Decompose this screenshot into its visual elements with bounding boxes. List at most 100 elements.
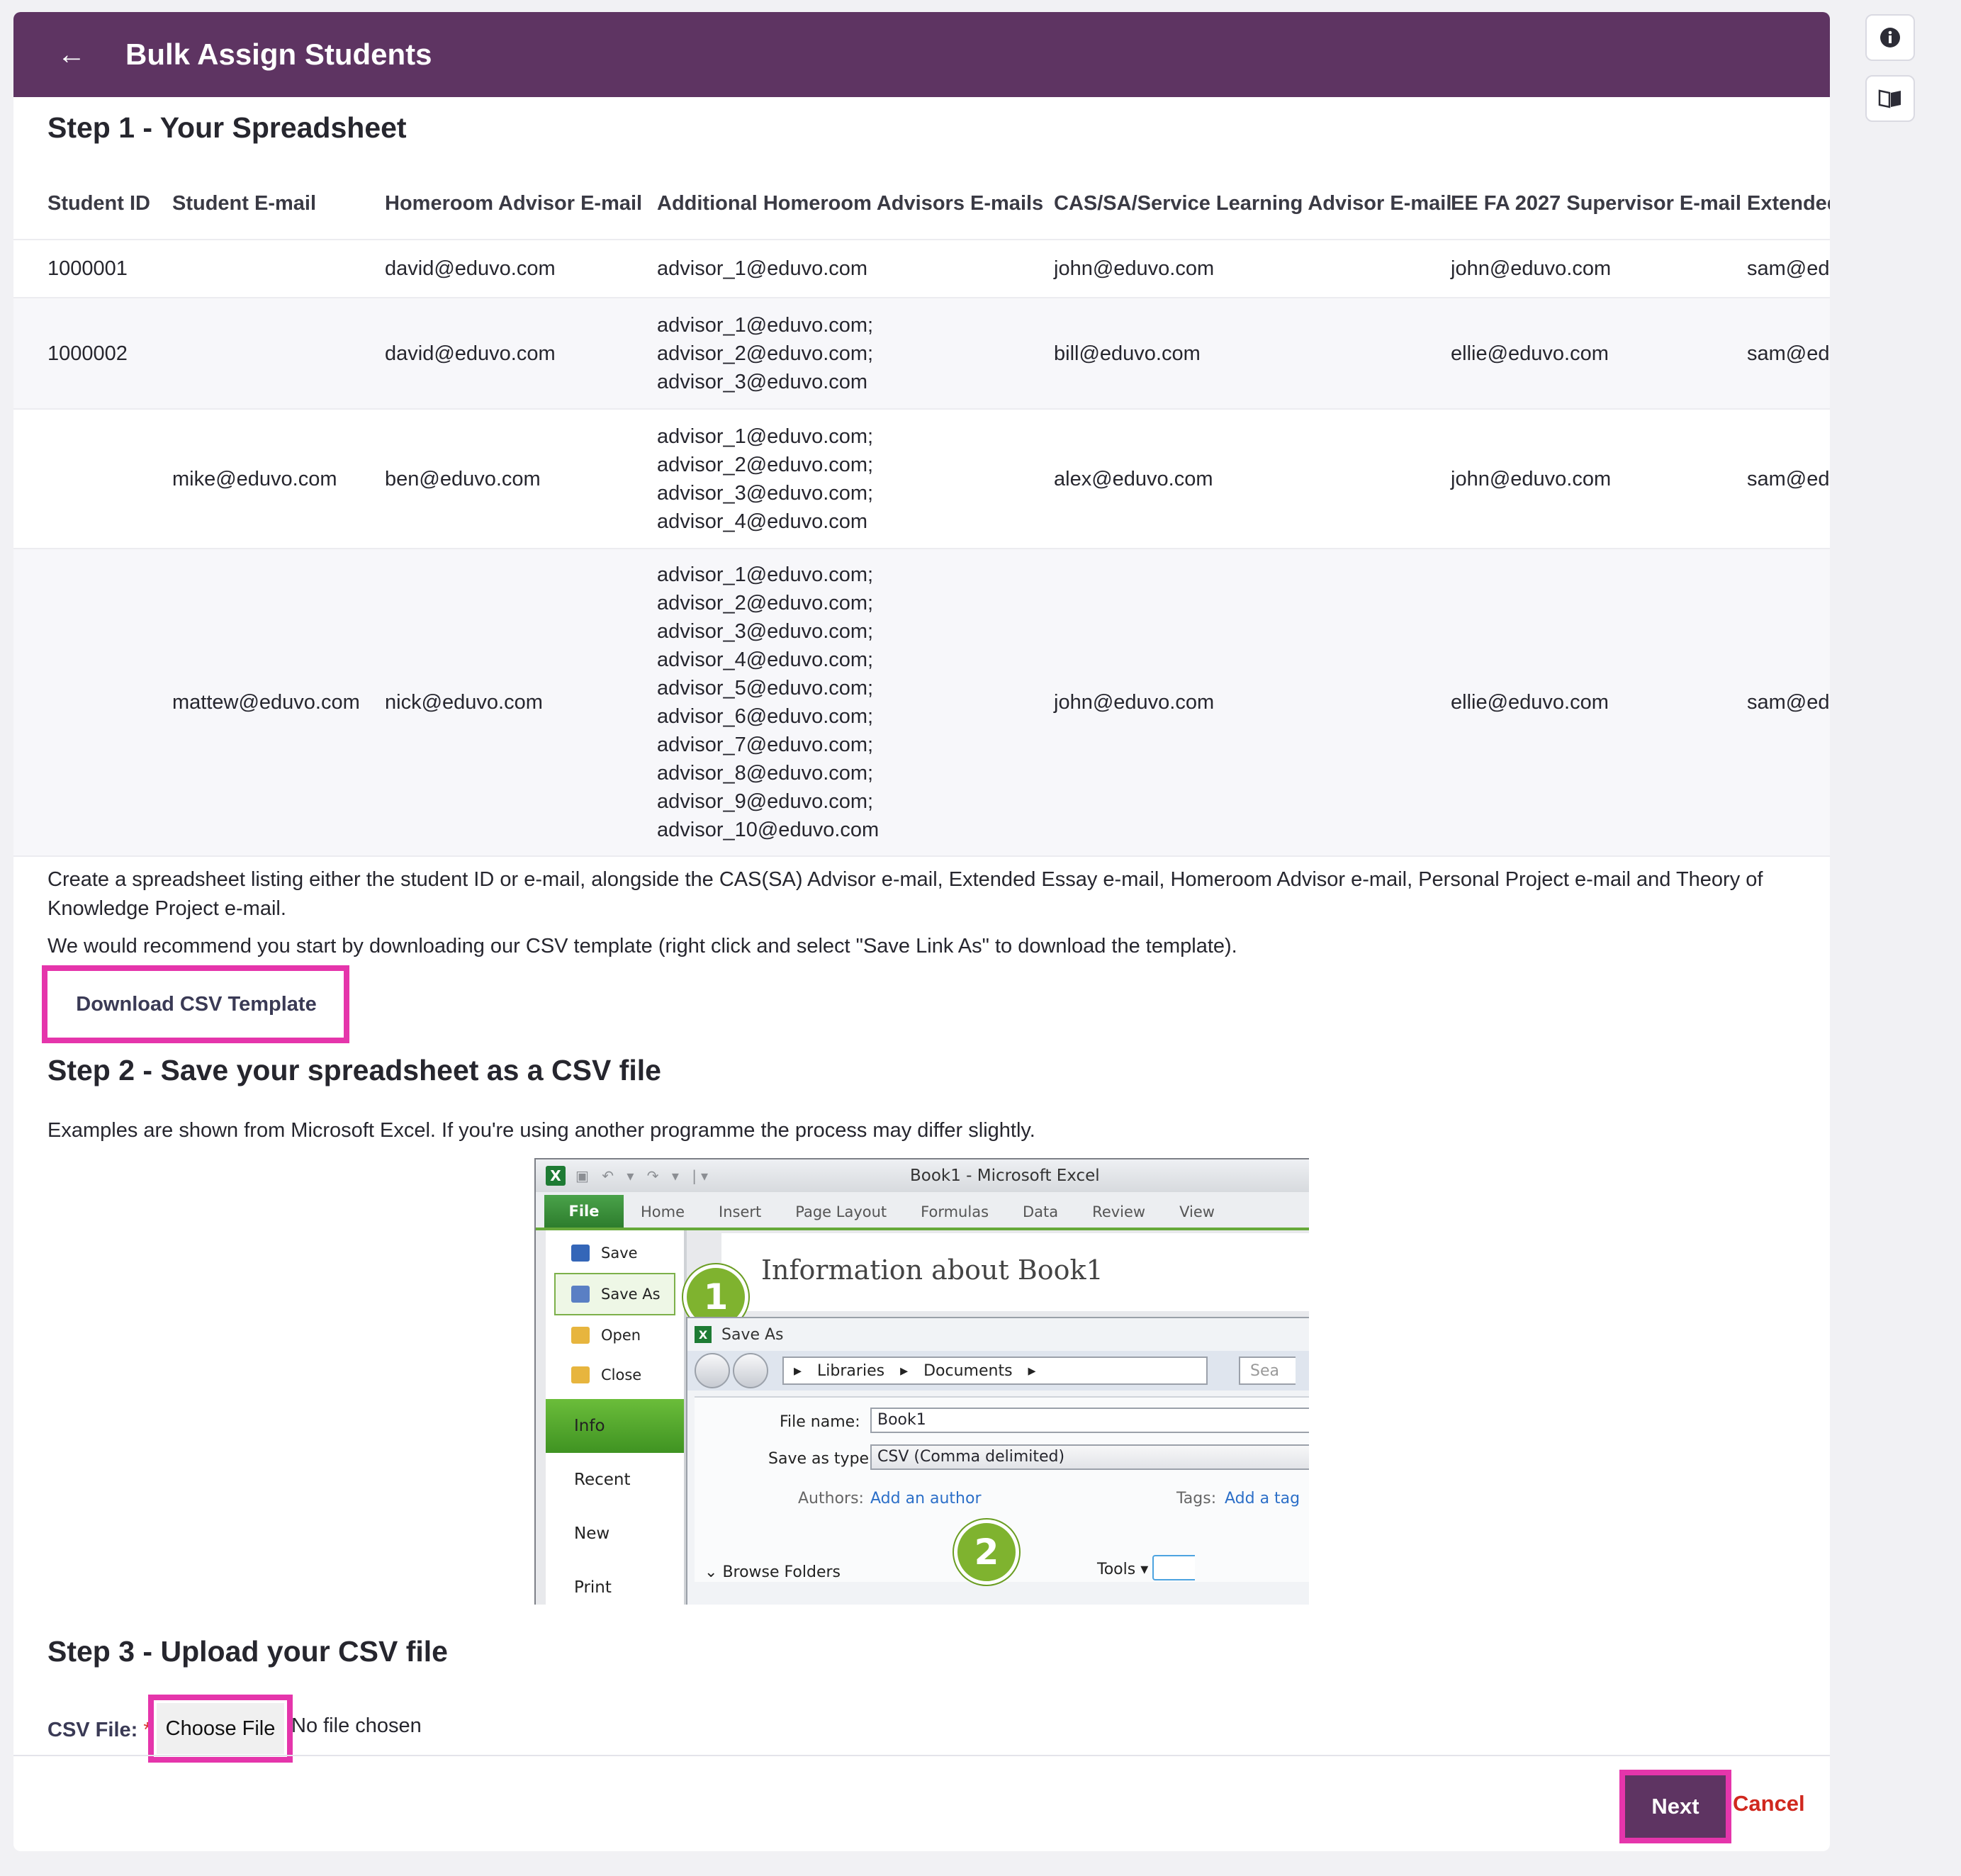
csv-file-label: CSV File: — [47, 1718, 138, 1741]
advisor-email: advisor_3@eduvo.com; — [657, 481, 874, 505]
advisor-email: advisor_2@eduvo.com; — [657, 592, 874, 614]
advisor-email: advisor_5@eduvo.com; — [657, 677, 874, 700]
example-spreadsheet-table: Student ID Student E-mail Homeroom Advis… — [13, 168, 1830, 857]
cancel-link[interactable]: Cancel — [1733, 1791, 1805, 1816]
student-id-cell: 1000002 — [47, 342, 128, 365]
cas-cell: john@eduvo.com — [1054, 691, 1215, 714]
bulk-assign-panel: ← Bulk Assign Students Step 1 - Your Spr… — [13, 12, 1830, 1851]
column-header: Additional Homeroom Advisors E-mails — [657, 191, 1044, 215]
excel-info-pane: Information about Book1 — [721, 1233, 1309, 1311]
back-nav-icon — [695, 1353, 730, 1388]
menu-label: Open — [601, 1327, 641, 1344]
advisor-email: advisor_1@eduvo.com; — [657, 425, 874, 448]
excel-title-bar: X ▣ ↶ ▾ ↷ ▾ |▾ Book1 - Microsoft Excel — [536, 1159, 1309, 1192]
excel-backstage-menu: Save Save As Open Close Info Recent New … — [546, 1230, 687, 1605]
excel-ribbon-tab: View — [1179, 1203, 1215, 1220]
download-csv-template-button[interactable]: Download CSV Template — [52, 976, 341, 1033]
search-box: Sea — [1239, 1357, 1296, 1385]
advisor-email: advisor_2@eduvo.com; — [657, 453, 874, 476]
ee-cell: ellie@eduvo.com — [1451, 691, 1609, 714]
column-header: Student E-mail — [172, 191, 317, 215]
cas-cell: alex@eduvo.com — [1054, 467, 1213, 490]
ee-cell: john@eduvo.com — [1451, 467, 1612, 490]
forward-nav-icon — [733, 1353, 768, 1388]
info-icon[interactable] — [1865, 14, 1915, 61]
student-id-cell: 1000001 — [47, 257, 128, 280]
chevron-down-icon: ⌄ — [704, 1563, 723, 1581]
chevron-right-icon: ▸ — [794, 1361, 802, 1380]
add-tag-link: Add a tag — [1225, 1490, 1300, 1507]
advisor-email: advisor_2@eduvo.com; — [657, 342, 874, 365]
choose-file-button[interactable]: Choose File — [157, 1703, 284, 1754]
excel-ribbon-tab: Review — [1092, 1203, 1146, 1220]
additional-advisors-cell: advisor_1@eduvo.com — [657, 240, 1054, 298]
column-header: Extended — [1747, 191, 1830, 215]
extended-cell: sam@edu — [1747, 342, 1830, 365]
advisor-email: advisor_10@eduvo.com — [657, 819, 880, 841]
browse-folders-label: Browse Folders — [722, 1563, 841, 1581]
extended-cell: sam@edu — [1747, 257, 1830, 280]
chevron-right-icon: ▸ — [1028, 1361, 1036, 1380]
additional-advisors-cell: advisor_1@eduvo.com; advisor_2@eduvo.com… — [657, 298, 1054, 409]
dialog-title-bar: X Save As — [687, 1318, 1309, 1351]
excel-ribbon-tab: Formulas — [921, 1203, 989, 1220]
file-name-field: Book1 — [870, 1408, 1309, 1433]
excel-side-info: Info — [546, 1399, 684, 1453]
additional-advisors-cell: advisor_1@eduvo.com; advisor_2@eduvo.com… — [657, 549, 1054, 856]
save-as-icon — [571, 1286, 590, 1303]
advisor-email: advisor_6@eduvo.com; — [657, 705, 874, 728]
advisor-email: advisor_8@eduvo.com; — [657, 762, 874, 785]
step2-description: Examples are shown from Microsoft Excel.… — [47, 1119, 1035, 1142]
student-id-cell — [13, 409, 172, 549]
ee-cell: ellie@eduvo.com — [1451, 342, 1609, 365]
authors-label: Authors: — [798, 1490, 864, 1507]
folder-icon — [571, 1327, 590, 1344]
excel-side-new: New — [574, 1524, 610, 1543]
column-header: Student ID — [47, 191, 150, 215]
excel-save-as-screenshot: X ▣ ↶ ▾ ↷ ▾ |▾ Book1 - Microsoft Excel F… — [534, 1158, 1309, 1605]
advisor-email: advisor_9@eduvo.com; — [657, 790, 874, 813]
advisor-email: advisor_1@eduvo.com; — [657, 313, 874, 337]
table-row: 1000001 david@eduvo.com advisor_1@eduvo.… — [13, 240, 1830, 298]
no-file-status: No file chosen — [291, 1714, 422, 1737]
book-icon-graphic — [1878, 89, 1901, 108]
advisor-email: advisor_3@eduvo.com; — [657, 620, 874, 643]
homeroom-cell: david@eduvo.com — [385, 342, 556, 365]
folder-icon — [571, 1366, 590, 1383]
tools-label: Tools — [1097, 1561, 1136, 1578]
menu-label: Close — [601, 1366, 642, 1383]
footer-divider — [13, 1755, 1830, 1756]
excel-window-title: Book1 - Microsoft Excel — [910, 1167, 1100, 1185]
homeroom-cell: ben@eduvo.com — [385, 467, 541, 490]
page-title: Bulk Assign Students — [125, 38, 432, 71]
tags-label: Tags: — [1176, 1490, 1217, 1507]
table-header-row: Student ID Student E-mail Homeroom Advis… — [13, 168, 1830, 240]
save-type-label: Save as type: — [768, 1450, 875, 1468]
column-header: EE FA 2027 Supervisor E-mail — [1451, 191, 1741, 215]
excel-menu-save: Save — [546, 1233, 684, 1273]
address-bar: ▸ Libraries ▸ Documents ▸ — [782, 1357, 1208, 1385]
menu-label: Save As — [601, 1286, 661, 1303]
floppy-icon — [571, 1245, 590, 1262]
book-icon[interactable] — [1865, 75, 1915, 122]
csv-file-row: CSV File: * Choose File No file chosen — [47, 1695, 422, 1763]
step2-heading: Step 2 - Save your spreadsheet as a CSV … — [47, 1054, 661, 1086]
advisor-email: advisor_1@eduvo.com; — [657, 563, 874, 586]
back-arrow-icon[interactable]: ← — [57, 40, 103, 69]
excel-info-title: Information about Book1 — [761, 1254, 1103, 1286]
next-button[interactable]: Next — [1625, 1775, 1726, 1838]
quick-access-icons: ▣ ↶ ▾ ↷ ▾ |▾ — [575, 1167, 713, 1184]
advisor-email: advisor_1@eduvo.com — [657, 257, 868, 280]
excel-menu-save-as: Save As — [554, 1273, 675, 1315]
table-row: 1000002 david@eduvo.com advisor_1@eduvo.… — [13, 298, 1830, 409]
add-author-link: Add an author — [870, 1490, 982, 1507]
excel-logo-icon: X — [546, 1166, 566, 1186]
save-button-partial — [1152, 1555, 1195, 1580]
student-email-cell: mattew@eduvo.com — [172, 691, 360, 714]
table-row: mattew@eduvo.com nick@eduvo.com advisor_… — [13, 549, 1830, 856]
excel-menu-close: Close — [546, 1355, 684, 1395]
step3-heading: Step 3 - Upload your CSV file — [47, 1635, 448, 1668]
example-table-wrapper: Student ID Student E-mail Homeroom Advis… — [13, 168, 1830, 857]
student-email-cell — [172, 240, 385, 298]
advisor-email: advisor_4@eduvo.com — [657, 510, 868, 533]
